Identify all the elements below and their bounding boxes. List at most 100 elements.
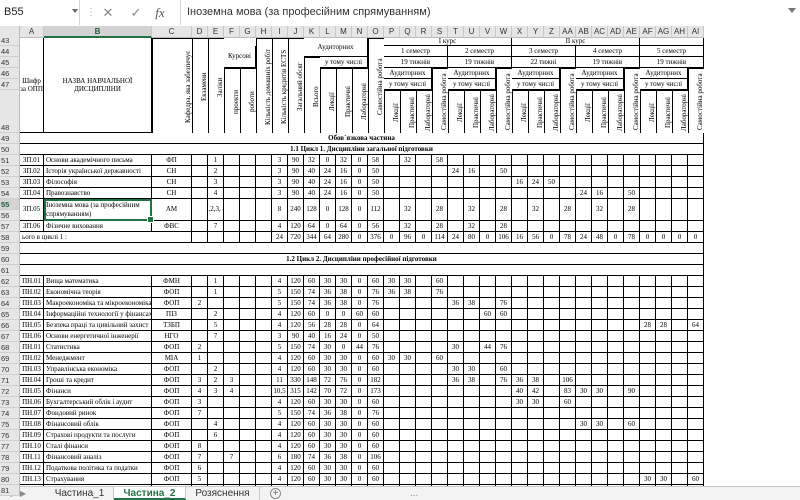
cell-t-c2-5[interactable] [448,331,464,342]
cell-x-c2-5[interactable] [512,331,528,342]
column-header-d[interactable]: D [192,26,208,38]
cell-ah-c2-4[interactable] [672,320,688,331]
cell-v-c2-15[interactable] [480,441,496,452]
cell-n-c2-11[interactable]: 0 [352,397,368,408]
cell-q-c2-1[interactable]: 38 [400,287,416,298]
cell-t-c2-9[interactable]: 36 [448,375,464,386]
cell-h-c1-1[interactable] [256,166,272,177]
cell-ah-c1-0[interactable] [672,155,688,166]
cell-name-c2-13[interactable]: Фінансовий облік [44,419,152,430]
cell-w-c1-3[interactable] [496,188,512,199]
cell-i-c2-15[interactable]: 4 [272,441,288,452]
cell-i-c2-14[interactable]: 4 [272,430,288,441]
cell-ac-c1-3[interactable]: 16 [592,188,608,199]
cell-k-c2-15[interactable]: 60 [304,441,320,452]
cell-h-c2-8[interactable] [256,364,272,375]
cell-ab-c2-13[interactable]: 30 [576,419,592,430]
cell-ac-c2-3[interactable] [592,309,608,320]
column-header-ai[interactable]: AI [688,26,704,38]
cell-ad-c2-7[interactable] [608,353,624,364]
cell-d-c1-3[interactable] [192,188,208,199]
cell-name-c2-6[interactable]: Статистика [44,342,152,353]
cell-y-c2-15[interactable] [528,441,544,452]
cell-w-c1-2[interactable] [496,177,512,188]
cell-m-c1-5[interactable]: 64 [336,221,352,232]
column-header-l[interactable]: L [320,26,336,38]
cell-code-c2-2[interactable]: ПН.03 [20,298,44,309]
cell-h-c2-5[interactable] [256,331,272,342]
cell-w-c1-0[interactable] [496,155,512,166]
cell-f-c2-2[interactable] [224,298,240,309]
cell-ab-c1-5[interactable] [576,221,592,232]
cell-af-c1-3[interactable] [640,188,656,199]
cell-ad-c2-2[interactable] [608,298,624,309]
cell-name-c2-10[interactable]: Фінанси [44,386,152,397]
cell-w-c2-11[interactable] [496,397,512,408]
cell-dept-c1-0[interactable]: ФП [152,155,192,166]
cell-name-c2-11[interactable]: Бухгалтерський облік і аудит [44,397,152,408]
cell-g-c2-7[interactable] [240,353,256,364]
cell-j-c2-0[interactable]: 120 [288,276,304,287]
cell-ad-c1-3[interactable] [608,188,624,199]
cell-v-c2-4[interactable] [480,320,496,331]
cell-ai-c2-10[interactable] [688,386,704,397]
cell-v-c2-7[interactable] [480,353,496,364]
cell-l-c2-5[interactable]: 16 [320,331,336,342]
cell-m-c2-10[interactable]: 72 [336,386,352,397]
cell-af-c2-1[interactable] [640,287,656,298]
cell-code-c1-1[interactable]: ЗП.02 [20,166,44,177]
cell-p-c2-2[interactable] [384,298,400,309]
cell-k-c2-16[interactable]: 74 [304,452,320,463]
cell-y-c2-9[interactable]: 38 [528,375,544,386]
cell-w-c2-10[interactable] [496,386,512,397]
cell-m-c2-17[interactable]: 30 [336,463,352,474]
cell-v-c1-5[interactable] [480,221,496,232]
cell-y-c1-2[interactable]: 24 [528,177,544,188]
cell-dept-c1-5[interactable]: ФВС [152,221,192,232]
cell-i-c1-5[interactable]: 4 [272,221,288,232]
cell-f-c1-5[interactable] [224,221,240,232]
cell-r-c2-9[interactable] [416,375,432,386]
cell-ac-c2-4[interactable] [592,320,608,331]
cell-w-c1-5[interactable]: 28 [496,221,512,232]
column-header-y[interactable]: Y [528,26,544,38]
cell-ah-c2-5[interactable] [672,331,688,342]
cell-z-c2-14[interactable] [544,430,560,441]
cell-r-c2-17[interactable] [416,463,432,474]
cell-ah-c2-6[interactable] [672,342,688,353]
cell-ae-c1-3[interactable]: 50 [624,188,640,199]
cell-f-c2-12[interactable] [224,408,240,419]
cell-u-c2-0[interactable] [464,276,480,287]
cell-ah-c2-14[interactable] [672,430,688,441]
cell-k-c2-3[interactable]: 60 [304,309,320,320]
cell-w-c2-8[interactable]: 60 [496,364,512,375]
cell-j-c2-9[interactable]: 330 [288,375,304,386]
cell-ai-c2-4[interactable]: 64 [688,320,704,331]
cell-q-c2-6[interactable] [400,342,416,353]
column-header-c[interactable]: C [152,26,192,38]
cell-j-c2-14[interactable]: 120 [288,430,304,441]
cell-name-c2-3[interactable]: Інформаційні технології у фінансах [44,309,152,320]
cell-ah-c2-8[interactable] [672,364,688,375]
cell-t-c2-4[interactable] [448,320,464,331]
cell-ab-c2-11[interactable] [576,397,592,408]
cell-t-c1-1[interactable]: 24 [448,166,464,177]
cell-ae-c2-0[interactable] [624,276,640,287]
cell-ac-c2-6[interactable] [592,342,608,353]
column-header-o[interactable]: O [368,26,384,38]
cell-x-c2-17[interactable] [512,463,528,474]
cell-m-c2-4[interactable]: 28 [336,320,352,331]
cell-h-c2-2[interactable] [256,298,272,309]
cell-ad-c2-17[interactable] [608,463,624,474]
cell-y-c2-4[interactable] [528,320,544,331]
cell-y-c2-6[interactable] [528,342,544,353]
cell-f-c2-8[interactable] [224,364,240,375]
cell-ah-c2-18[interactable] [672,474,688,485]
cell-k-c2-2[interactable]: 74 [304,298,320,309]
cell-ag-c2-3[interactable] [656,309,672,320]
cell-d-c2-10[interactable]: 4 [192,386,208,397]
cell-e-c2-16[interactable] [208,452,224,463]
cell-aa-c2-7[interactable] [560,353,576,364]
cell-ah-c1-3[interactable] [672,188,688,199]
cell-ab-c2-8[interactable] [576,364,592,375]
